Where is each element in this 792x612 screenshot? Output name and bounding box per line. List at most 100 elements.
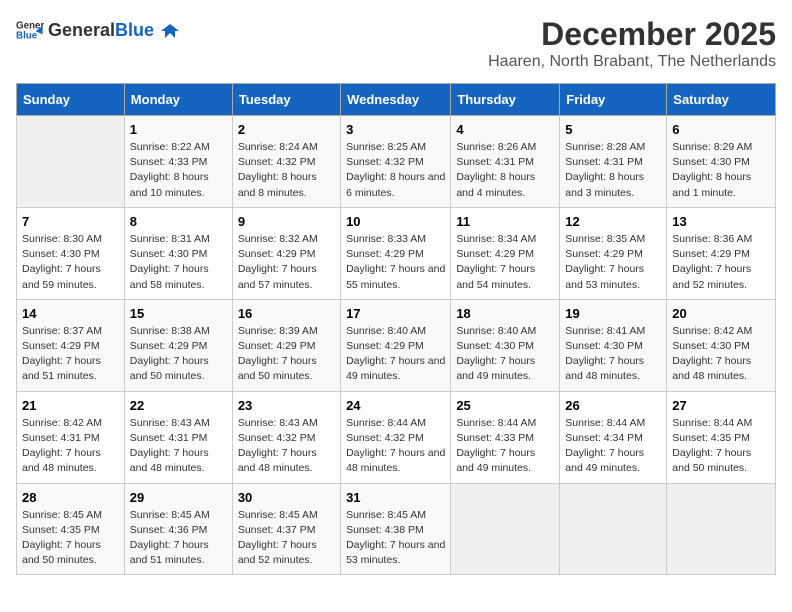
day-number: 26 [565,398,661,413]
calendar-cell: 31Sunrise: 8:45 AMSunset: 4:38 PMDayligh… [341,483,451,575]
calendar-cell: 15 Sunrise: 8:38 AMSunset: 4:29 PMDayligh… [124,299,232,391]
day-number: 10 [346,214,445,229]
day-number: 7 [22,214,119,229]
day-info: Sunrise: 8:33 AMSunset: 4:29 PMDaylight:… [346,233,445,291]
calendar-cell: 5 Sunrise: 8:28 AMSunset: 4:31 PMDaylight… [560,116,667,208]
logo-icon: General Blue [16,16,44,44]
day-number: 4 [456,122,554,137]
calendar-cell: 21 Sunrise: 8:42 AMSunset: 4:31 PMDayligh… [17,391,125,483]
day-info: Sunrise: 8:25 AMSunset: 4:32 PMDaylight:… [346,141,445,199]
day-number: 17 [346,306,445,321]
day-info: Sunrise: 8:45 AMSunset: 4:36 PMDaylight:… [130,509,210,567]
day-info: Sunrise: 8:32 AMSunset: 4:29 PMDaylight:… [238,233,318,291]
calendar-cell: 6Sunrise: 8:29 AMSunset: 4:30 PMDaylight… [667,116,776,208]
calendar-cell: 30Sunrise: 8:45 AMSunset: 4:37 PMDayligh… [232,483,340,575]
day-number: 27 [672,398,770,413]
day-info: Sunrise: 8:45 AMSunset: 4:35 PMDaylight:… [22,509,102,567]
calendar-table: SundayMondayTuesdayWednesdayThursdayFrid… [16,83,776,575]
day-info: Sunrise: 8:40 AMSunset: 4:29 PMDaylight:… [346,325,445,383]
week-row-1: 1 Sunrise: 8:22 AMSunset: 4:33 PMDaylight… [17,116,776,208]
day-info: Sunrise: 8:44 AMSunset: 4:32 PMDaylight:… [346,417,445,475]
day-info: Sunrise: 8:44 AMSunset: 4:33 PMDaylight:… [456,417,536,475]
day-number: 24 [346,398,445,413]
day-number: 14 [22,306,119,321]
calendar-cell [17,116,125,208]
calendar-cell: 18 Sunrise: 8:40 AMSunset: 4:30 PMDayligh… [451,299,560,391]
day-info: Sunrise: 8:26 AMSunset: 4:31 PMDaylight:… [456,141,536,199]
day-info: Sunrise: 8:24 AMSunset: 4:32 PMDaylight:… [238,141,318,199]
day-info: Sunrise: 8:44 AMSunset: 4:35 PMDaylight:… [672,417,752,475]
day-number: 19 [565,306,661,321]
day-info: Sunrise: 8:40 AMSunset: 4:30 PMDaylight:… [456,325,536,383]
day-info: Sunrise: 8:28 AMSunset: 4:31 PMDaylight:… [565,141,645,199]
calendar-cell: 7 Sunrise: 8:30 AMSunset: 4:30 PMDaylight… [17,207,125,299]
logo: General Blue General Blue [16,16,179,44]
calendar-cell: 2Sunrise: 8:24 AMSunset: 4:32 PMDaylight… [232,116,340,208]
day-number: 21 [22,398,119,413]
day-info: Sunrise: 8:42 AMSunset: 4:30 PMDaylight:… [672,325,752,383]
day-info: Sunrise: 8:35 AMSunset: 4:29 PMDaylight:… [565,233,645,291]
calendar-cell: 28 Sunrise: 8:45 AMSunset: 4:35 PMDayligh… [17,483,125,575]
day-info: Sunrise: 8:41 AMSunset: 4:30 PMDaylight:… [565,325,645,383]
day-info: Sunrise: 8:34 AMSunset: 4:29 PMDaylight:… [456,233,536,291]
calendar-cell: 27 Sunrise: 8:44 AMSunset: 4:35 PMDayligh… [667,391,776,483]
weekday-header-friday: Friday [560,84,667,116]
week-row-2: 7 Sunrise: 8:30 AMSunset: 4:30 PMDaylight… [17,207,776,299]
calendar-cell: 22 Sunrise: 8:43 AMSunset: 4:31 PMDayligh… [124,391,232,483]
weekday-header-tuesday: Tuesday [232,84,340,116]
weekday-header-monday: Monday [124,84,232,116]
calendar-cell [560,483,667,575]
day-number: 3 [346,122,445,137]
day-number: 28 [22,490,119,505]
calendar-cell: 24 Sunrise: 8:44 AMSunset: 4:32 PMDayligh… [341,391,451,483]
calendar-cell [451,483,560,575]
day-info: Sunrise: 8:42 AMSunset: 4:31 PMDaylight:… [22,417,102,475]
calendar-cell: 3 Sunrise: 8:25 AMSunset: 4:32 PMDaylight… [341,116,451,208]
calendar-cell: 11 Sunrise: 8:34 AMSunset: 4:29 PMDayligh… [451,207,560,299]
day-number: 8 [130,214,227,229]
week-row-5: 28 Sunrise: 8:45 AMSunset: 4:35 PMDayligh… [17,483,776,575]
day-number: 18 [456,306,554,321]
calendar-cell: 17 Sunrise: 8:40 AMSunset: 4:29 PMDayligh… [341,299,451,391]
weekday-header-wednesday: Wednesday [341,84,451,116]
calendar-cell: 26 Sunrise: 8:44 AMSunset: 4:34 PMDayligh… [560,391,667,483]
calendar-cell: 10 Sunrise: 8:33 AMSunset: 4:29 PMDayligh… [341,207,451,299]
day-number: 15 [130,306,227,321]
day-number: 1 [130,122,227,137]
calendar-cell: 20 Sunrise: 8:42 AMSunset: 4:30 PMDayligh… [667,299,776,391]
calendar-cell: 12 Sunrise: 8:35 AMSunset: 4:29 PMDayligh… [560,207,667,299]
calendar-cell: 29 Sunrise: 8:45 AMSunset: 4:36 PMDayligh… [124,483,232,575]
svg-text:Blue: Blue [16,30,38,41]
day-number: 22 [130,398,227,413]
day-info: Sunrise: 8:38 AMSunset: 4:29 PMDaylight:… [130,325,210,383]
day-number: 20 [672,306,770,321]
day-info: Sunrise: 8:43 AMSunset: 4:31 PMDaylight:… [130,417,210,475]
day-number: 11 [456,214,554,229]
calendar-cell: 13Sunrise: 8:36 AMSunset: 4:29 PMDayligh… [667,207,776,299]
day-number: 12 [565,214,661,229]
day-info: Sunrise: 8:37 AMSunset: 4:29 PMDaylight:… [22,325,102,383]
weekday-header-thursday: Thursday [451,84,560,116]
calendar-cell: 19 Sunrise: 8:41 AMSunset: 4:30 PMDayligh… [560,299,667,391]
day-info: Sunrise: 8:44 AMSunset: 4:34 PMDaylight:… [565,417,645,475]
calendar-cell [667,483,776,575]
calendar-cell: 4 Sunrise: 8:26 AMSunset: 4:31 PMDaylight… [451,116,560,208]
weekday-header-row: SundayMondayTuesdayWednesdayThursdayFrid… [17,84,776,116]
day-number: 23 [238,398,335,413]
day-number: 5 [565,122,661,137]
logo-general-text: General [48,20,115,40]
day-info: Sunrise: 8:31 AMSunset: 4:30 PMDaylight:… [130,233,210,291]
header: General Blue GeneralBlue December 2025 H… [16,16,776,71]
calendar-cell: 14 Sunrise: 8:37 AMSunset: 4:29 PMDayligh… [17,299,125,391]
day-number: 16 [238,306,335,321]
weekday-header-sunday: Sunday [17,84,125,116]
day-info: Sunrise: 8:45 AMSunset: 4:38 PMDaylight:… [346,509,445,567]
weekday-header-saturday: Saturday [667,84,776,116]
day-number: 30 [238,490,335,505]
day-number: 29 [130,490,227,505]
day-info: Sunrise: 8:22 AMSunset: 4:33 PMDaylight:… [130,141,210,199]
day-info: Sunrise: 8:30 AMSunset: 4:30 PMDaylight:… [22,233,102,291]
day-info: Sunrise: 8:36 AMSunset: 4:29 PMDaylight:… [672,233,752,291]
day-number: 9 [238,214,335,229]
week-row-4: 21 Sunrise: 8:42 AMSunset: 4:31 PMDayligh… [17,391,776,483]
